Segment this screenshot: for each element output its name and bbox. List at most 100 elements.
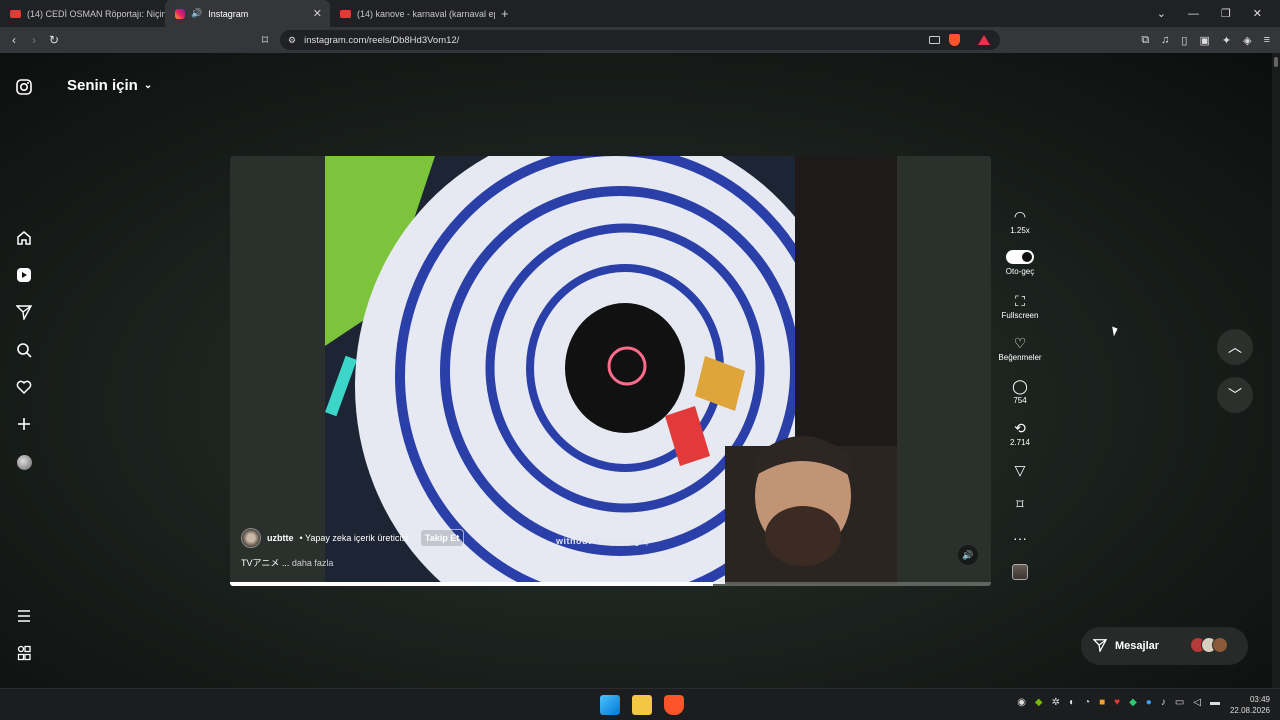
wallet-icon[interactable]: ▣ xyxy=(1199,34,1209,47)
clock-date: 22.08.2026 xyxy=(1229,706,1270,715)
volume-icon[interactable]: 🔊 xyxy=(958,545,978,565)
browser-toolbar: ‹ › ↻ ⌑ ⚙ instagram.com/reels/Db8Hd3Vom1… xyxy=(0,27,1280,53)
video-progress-bar[interactable] xyxy=(230,582,991,586)
comment-icon: ◯ xyxy=(1012,378,1028,394)
start-icon[interactable] xyxy=(600,695,620,715)
comments-count: 754 xyxy=(1013,396,1027,405)
cast-icon[interactable] xyxy=(929,36,940,44)
reels-icon[interactable] xyxy=(14,265,34,285)
repost-button[interactable]: ⟲ 2.714 xyxy=(996,420,1044,447)
tab-label: (14) kanove - karnaval (karnaval ep) xyxy=(357,8,495,19)
volume-icon[interactable]: ◁ xyxy=(1193,697,1201,708)
autoplay-toggle[interactable]: Oto-geç xyxy=(996,250,1044,276)
create-icon[interactable] xyxy=(14,414,34,434)
video-subtitle: without knowledge, xyxy=(556,536,649,546)
leo-ai-icon[interactable]: ✦ xyxy=(1222,34,1231,47)
bookmark-icon[interactable]: ⌑ xyxy=(255,33,275,47)
maximize-button[interactable]: ❐ xyxy=(1221,7,1231,20)
tab-youtube-cedi[interactable]: (14) CEDİ OSMAN Röportajı: Niçin PA xyxy=(0,0,165,27)
vpn-icon[interactable]: ◈ xyxy=(1243,34,1251,47)
new-tab-button[interactable]: + xyxy=(501,6,509,21)
follow-button[interactable]: Takip Et xyxy=(419,529,465,547)
audio-thumbnail[interactable] xyxy=(996,564,1044,580)
share-button[interactable]: ▽ xyxy=(996,462,1044,480)
brave-shield-icon[interactable] xyxy=(949,34,960,46)
progress-fill xyxy=(230,582,714,586)
audio-icon[interactable]: 🔊 xyxy=(191,8,202,19)
steam-icon[interactable]: ◉ xyxy=(1017,697,1026,708)
audio-cover-image xyxy=(1012,564,1028,580)
profile-avatar[interactable] xyxy=(14,452,34,472)
url-text: instagram.com/reels/Db8Hd3Vom12/ xyxy=(304,34,460,46)
reel-player[interactable]: without knowledge, uzbtte • Yapay zeka i… xyxy=(230,156,991,586)
video-frame[interactable] xyxy=(325,156,897,584)
chevron-up-icon: ︿ xyxy=(1228,339,1242,355)
back-button[interactable]: ‹ xyxy=(4,33,24,47)
more-menu-icon[interactable] xyxy=(14,606,34,626)
author-avatar[interactable] xyxy=(241,528,261,548)
gear-icon[interactable]: ✲ xyxy=(1052,697,1060,708)
feed-selector[interactable]: Senin için ⌄ xyxy=(67,77,152,94)
brave-rewards-icon[interactable] xyxy=(978,35,990,45)
send-icon: ▽ xyxy=(1014,462,1026,478)
next-reel-button[interactable]: ﹀ xyxy=(1217,377,1253,413)
taskbar-clock[interactable]: 03:49 22.08.2026 xyxy=(1230,694,1270,716)
scrollbar-thumb[interactable] xyxy=(1274,57,1278,67)
address-bar[interactable]: ⚙ instagram.com/reels/Db8Hd3Vom12/ xyxy=(280,30,1000,50)
close-window-button[interactable]: ✕ xyxy=(1253,7,1262,20)
fullscreen-button[interactable]: ⛶ Fullscreen xyxy=(996,293,1044,320)
media-icon[interactable]: ♫ xyxy=(1161,34,1169,46)
messages-button[interactable]: Mesajlar xyxy=(1081,627,1248,665)
tab-youtube-kanove[interactable]: (14) kanove - karnaval (karnaval ep) xyxy=(330,0,495,27)
instagram-icon xyxy=(175,8,185,19)
reload-button[interactable]: ↻ xyxy=(44,33,64,47)
caption-more-link[interactable]: daha fazla xyxy=(292,558,334,568)
discord-icon[interactable]: ◐ xyxy=(1069,697,1075,708)
reel-caption: TVアニメ ... daha fazla xyxy=(241,556,333,569)
network-icon[interactable]: ▭ xyxy=(1175,697,1184,708)
minimize-button[interactable]: — xyxy=(1188,8,1199,20)
speed-button[interactable]: ◠ 1.25x xyxy=(996,208,1044,235)
battery-icon[interactable]: ▬ xyxy=(1210,697,1220,708)
nvidia-icon[interactable]: ◆ xyxy=(1035,697,1043,708)
site-info-icon[interactable]: ⚙ xyxy=(288,35,296,46)
instagram-logo-icon[interactable] xyxy=(14,77,34,97)
chevron-down-icon: ﹀ xyxy=(1228,387,1242,403)
forward-button[interactable]: › xyxy=(24,33,44,47)
microphone-icon[interactable]: ♪ xyxy=(1161,697,1166,708)
speedometer-icon: ◠ xyxy=(1013,208,1027,224)
home-icon[interactable] xyxy=(14,228,34,248)
chevron-down-icon: ⌄ xyxy=(143,80,153,91)
system-tray: ◉ ◆ ✲ ◐ ◔ ■ ♥ ◆ ● ♪ ▭ ◁ ▬ xyxy=(1017,697,1220,708)
brave-browser-icon[interactable] xyxy=(664,695,684,715)
app-icon[interactable]: ■ xyxy=(1099,697,1105,708)
save-button[interactable]: ⌑ xyxy=(996,496,1044,514)
clock-time: 03:49 xyxy=(1249,695,1270,704)
comment-button[interactable]: ◯ 754 xyxy=(996,378,1044,405)
browser-tab-strip: (14) CEDİ OSMAN Röportajı: Niçin PA 🔊 In… xyxy=(0,0,1280,27)
app-icon[interactable]: ● xyxy=(1146,697,1152,708)
feed-label: Senin için xyxy=(67,77,138,94)
menu-icon[interactable]: ≡ xyxy=(1264,34,1270,46)
tab-search-icon[interactable]: ⌄ xyxy=(1157,7,1166,20)
direct-icon[interactable] xyxy=(14,302,34,322)
like-button[interactable]: ♡ Beğenmeler xyxy=(996,335,1044,362)
heart-icon[interactable] xyxy=(14,377,34,397)
close-tab-icon[interactable]: ✕ xyxy=(313,7,322,20)
search-icon[interactable] xyxy=(14,340,34,360)
tab-instagram[interactable]: 🔊 Instagram ✕ xyxy=(165,0,330,27)
file-explorer-icon[interactable] xyxy=(632,695,652,715)
more-options-button[interactable]: ··· xyxy=(996,530,1044,548)
also-from-meta-icon[interactable] xyxy=(14,643,34,663)
sidebar-icon[interactable]: ▯ xyxy=(1181,34,1187,47)
app-icon[interactable]: ◔ xyxy=(1084,697,1090,708)
speed-label: 1.25x xyxy=(1010,226,1030,235)
youtube-icon xyxy=(10,9,21,18)
app-icon[interactable]: ♥ xyxy=(1114,697,1120,708)
autoplay-label: Oto-geç xyxy=(1005,267,1035,276)
page-scrollbar[interactable] xyxy=(1272,53,1280,688)
extensions-icon[interactable]: ⧉ xyxy=(1141,34,1149,47)
author-username[interactable]: uzbtte xyxy=(267,533,294,543)
app-icon[interactable]: ◆ xyxy=(1129,697,1137,708)
previous-reel-button[interactable]: ︿ xyxy=(1217,329,1253,365)
